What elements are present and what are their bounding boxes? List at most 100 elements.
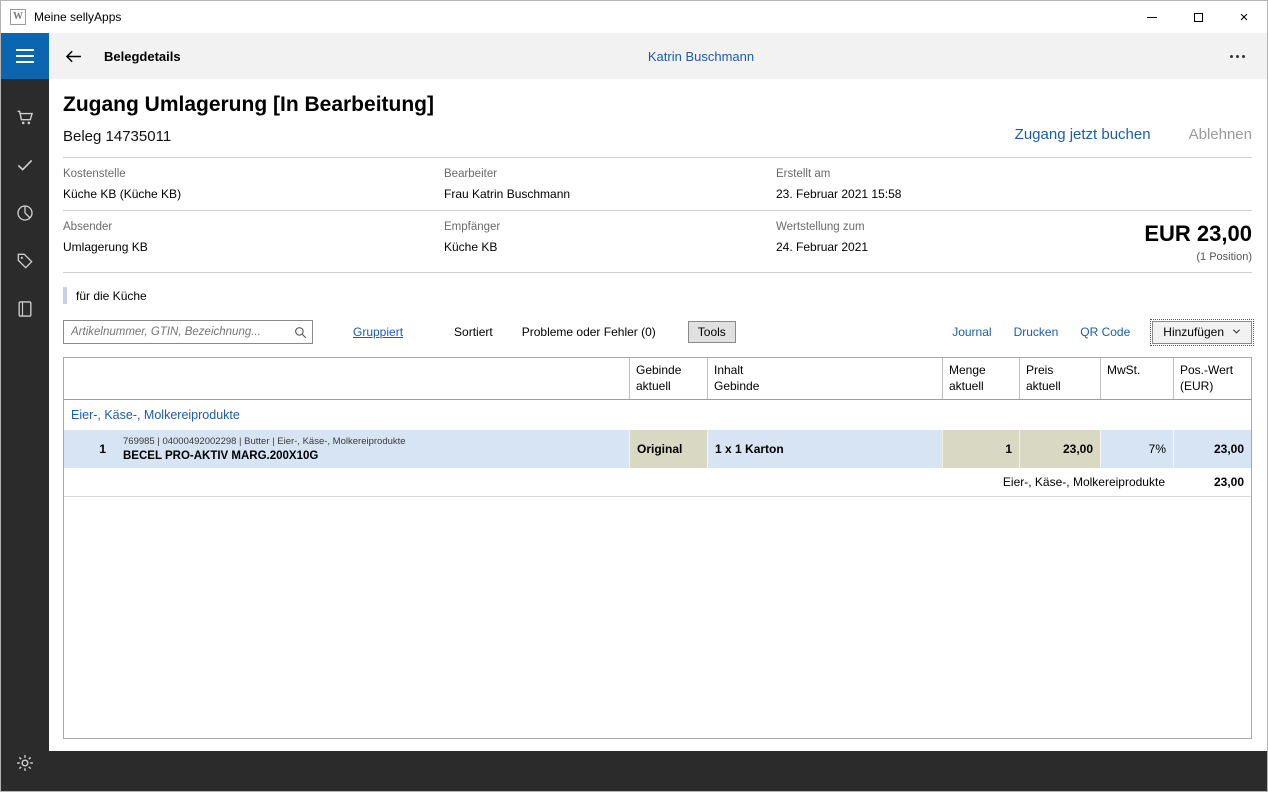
book-icon bbox=[18, 301, 32, 317]
field-wertstellung: Wertstellung zum 24. Februar 2021 bbox=[776, 221, 1144, 263]
print-link[interactable]: Drucken bbox=[1014, 325, 1059, 339]
window-title: Meine sellyApps bbox=[34, 10, 122, 24]
field-bearbeiter: Bearbeiter Frau Katrin Buschmann bbox=[444, 168, 776, 201]
journal-link[interactable]: Journal bbox=[952, 325, 991, 339]
table-row[interactable]: 1 769985 | 04000492002298 | Butter | Eie… bbox=[64, 430, 1251, 469]
col-header-index bbox=[64, 358, 116, 399]
field-label: Bearbeiter bbox=[444, 168, 498, 180]
field-value: Frau Katrin Buschmann bbox=[444, 187, 571, 201]
field-label: Wertstellung zum bbox=[776, 221, 865, 233]
document-title: Zugang Umlagerung [In Bearbeitung] bbox=[63, 93, 434, 116]
minimize-icon bbox=[1147, 16, 1157, 18]
close-icon: × bbox=[1239, 8, 1249, 26]
bottom-bar bbox=[49, 751, 1267, 791]
field-value: 24. Februar 2021 bbox=[776, 240, 869, 254]
back-button[interactable] bbox=[63, 46, 84, 67]
group-summary-row: Eier-, Käse-, Molkereiprodukte 23,00 bbox=[64, 468, 1251, 498]
article-name: BECEL PRO-AKTIV MARG.200X10G bbox=[123, 450, 319, 463]
chevron-down-icon bbox=[1233, 329, 1240, 334]
col-header-mwst: MwSt. bbox=[1100, 358, 1173, 400]
field-label: Kostenstelle bbox=[63, 168, 126, 180]
row-article: 769985 | 04000492002298 | Butter | Eier-… bbox=[116, 430, 629, 468]
tag-icon bbox=[17, 253, 33, 269]
add-item-label: Hinzufügen bbox=[1163, 324, 1224, 339]
cart-icon bbox=[17, 110, 33, 124]
back-arrow-icon bbox=[65, 50, 81, 62]
info-row-2: Absender Umlagerung KB Empfänger Küche K… bbox=[63, 211, 1252, 272]
note-accent-bar bbox=[63, 287, 67, 304]
col-header-poswert: Pos.-Wert (EUR) bbox=[1173, 358, 1251, 400]
field-value: Umlagerung KB bbox=[63, 240, 148, 254]
note-text: für die Küche bbox=[76, 288, 147, 303]
summary-value: 23,00 bbox=[1213, 475, 1244, 490]
search-box bbox=[63, 320, 313, 344]
col-header-preis: Preis aktuell bbox=[1019, 358, 1100, 400]
minimize-button[interactable] bbox=[1129, 1, 1175, 33]
cell-preis[interactable]: 23,00 bbox=[1019, 430, 1100, 469]
col-header-gebinde: Gebinde aktuell bbox=[629, 358, 707, 400]
col-header-inhalt: Inhalt Gebinde bbox=[707, 358, 942, 400]
sidebar-item-prices[interactable] bbox=[1, 237, 49, 285]
divider bbox=[63, 272, 1252, 273]
document-detail: Zugang Umlagerung [In Bearbeitung] Beleg… bbox=[49, 79, 1267, 751]
maximize-button[interactable] bbox=[1175, 1, 1221, 33]
document-number: Beleg 14735011 bbox=[63, 128, 172, 145]
cell-inhalt[interactable]: 1 x 1 Karton bbox=[707, 430, 942, 469]
article-meta: 769985 | 04000492002298 | Butter | Eier-… bbox=[123, 436, 406, 448]
table-header-row: Gebinde aktuell Inhalt Gebinde Menge akt… bbox=[64, 358, 1251, 401]
summary-label: Eier-, Käse-, Molkereiprodukte bbox=[1002, 475, 1165, 490]
field-label: Erstellt am bbox=[776, 168, 831, 180]
cell-poswert: 23,00 bbox=[1173, 430, 1251, 469]
close-button[interactable]: × bbox=[1221, 1, 1267, 33]
sidebar-item-journal[interactable] bbox=[1, 285, 49, 333]
grouped-toggle[interactable]: Gruppiert bbox=[353, 325, 403, 339]
group-header-row[interactable]: Eier-, Käse-, Molkereiprodukte bbox=[64, 400, 1251, 430]
field-kostenstelle: Kostenstelle Küche KB (Küche KB) bbox=[63, 168, 444, 201]
note-row: für die Küche bbox=[63, 287, 1252, 304]
items-toolbar: Gruppiert Sortiert Probleme oder Fehler … bbox=[63, 318, 1254, 346]
qr-code-link[interactable]: QR Code bbox=[1080, 325, 1130, 339]
maximize-icon bbox=[1193, 12, 1203, 22]
book-receipt-button[interactable]: Zugang jetzt buchen bbox=[1015, 126, 1151, 143]
search-icon[interactable] bbox=[293, 325, 308, 340]
sidebar-item-cart[interactable] bbox=[1, 93, 49, 141]
app-window: W Meine sellyApps × Belegdetails Katrin … bbox=[0, 0, 1268, 792]
field-absender: Absender Umlagerung KB bbox=[63, 221, 444, 263]
cell-mwst: 7% bbox=[1100, 430, 1173, 469]
row-index: 1 bbox=[99, 442, 106, 457]
add-item-button[interactable]: Hinzufügen bbox=[1150, 318, 1254, 346]
cell-menge[interactable]: 1 bbox=[942, 430, 1019, 469]
user-name-link[interactable]: Katrin Buschmann bbox=[648, 49, 754, 64]
tools-button[interactable]: Tools bbox=[687, 321, 736, 343]
ellipsis-icon bbox=[1230, 54, 1233, 58]
total-amount: EUR 23,00 bbox=[1144, 221, 1252, 246]
check-icon bbox=[17, 159, 33, 171]
field-empfaenger: Empfänger Küche KB bbox=[444, 221, 776, 263]
app-icon: W bbox=[10, 9, 26, 25]
problems-link[interactable]: Probleme oder Fehler (0) bbox=[522, 325, 656, 339]
sidebar-item-statistics[interactable] bbox=[1, 189, 49, 237]
items-table: Gebinde aktuell Inhalt Gebinde Menge akt… bbox=[63, 357, 1252, 739]
sidebar-item-tasks[interactable] bbox=[1, 141, 49, 189]
hamburger-menu-button[interactable] bbox=[1, 33, 49, 79]
more-options-button[interactable] bbox=[1224, 49, 1251, 64]
info-row-1: Kostenstelle Küche KB (Küche KB) Bearbei… bbox=[63, 158, 1252, 210]
pie-chart-icon bbox=[17, 205, 33, 221]
field-label: Empfänger bbox=[444, 221, 501, 233]
sidebar-item-settings[interactable] bbox=[1, 739, 49, 787]
window-titlebar: W Meine sellyApps × bbox=[1, 1, 1267, 33]
group-label: Eier-, Käse-, Molkereiprodukte bbox=[71, 408, 240, 423]
table-empty-area bbox=[64, 497, 1251, 738]
field-value: Küche KB bbox=[444, 240, 498, 254]
field-label: Absender bbox=[63, 221, 113, 233]
field-value: 23. Februar 2021 15:58 bbox=[776, 187, 902, 201]
field-erstellt-am: Erstellt am 23. Februar 2021 15:58 bbox=[776, 168, 1252, 201]
col-header-menge: Menge aktuell bbox=[942, 358, 1019, 400]
window-controls: × bbox=[1129, 1, 1267, 33]
reject-button[interactable]: Ablehnen bbox=[1189, 126, 1252, 143]
field-value: Küche KB (Küche KB) bbox=[63, 187, 182, 201]
cell-gebinde[interactable]: Original bbox=[629, 430, 707, 469]
sorted-toggle[interactable]: Sortiert bbox=[454, 325, 493, 339]
search-input[interactable] bbox=[71, 326, 293, 338]
gear-icon bbox=[17, 755, 33, 771]
